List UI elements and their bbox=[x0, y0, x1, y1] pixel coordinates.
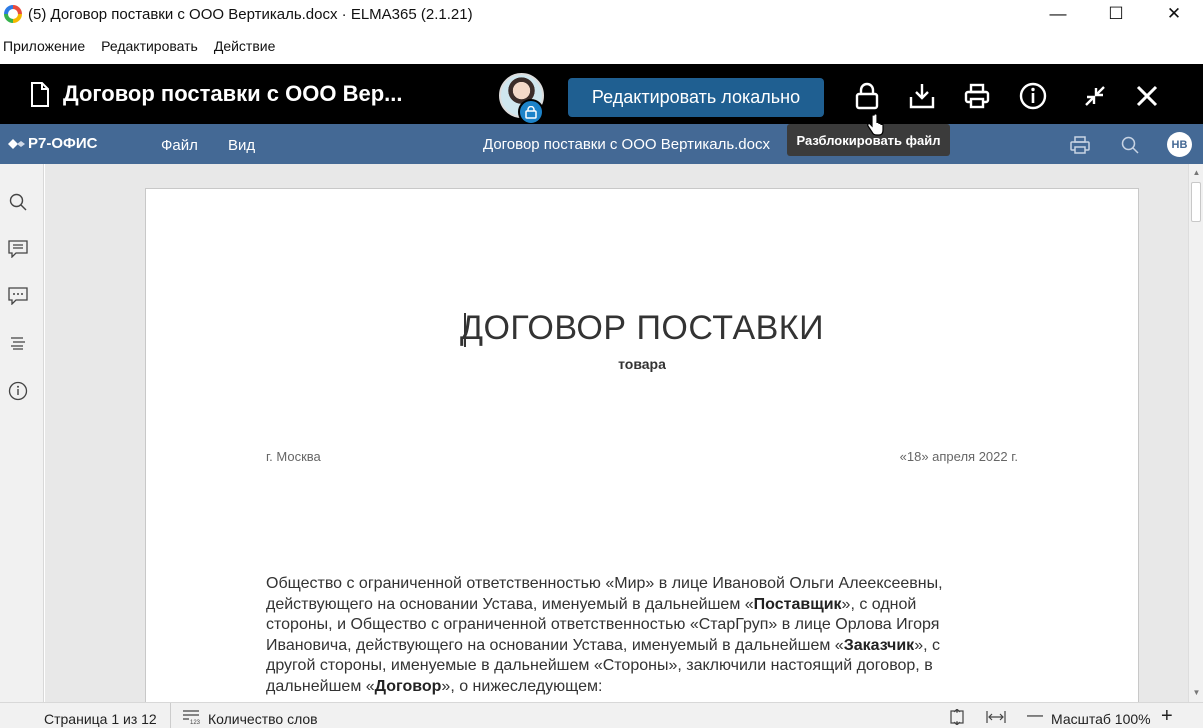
collapse-icon[interactable] bbox=[1080, 81, 1110, 111]
maximize-button[interactable]: ☐ bbox=[1087, 0, 1145, 28]
elma-logo-icon bbox=[4, 5, 22, 23]
status-bar: Страница 1 из 12 123 Количество слов — М… bbox=[0, 702, 1203, 728]
r7-menu-file[interactable]: Файл bbox=[161, 137, 198, 154]
svg-text:123: 123 bbox=[190, 720, 200, 725]
text-caret bbox=[464, 313, 466, 347]
window-titlebar: (5) Договор поставки с ООО Вертикаль.doc… bbox=[0, 0, 1203, 28]
close-icon[interactable] bbox=[1132, 81, 1162, 111]
fit-page-icon[interactable] bbox=[949, 708, 965, 728]
document-icon bbox=[30, 82, 50, 113]
scroll-thumb[interactable] bbox=[1191, 182, 1201, 222]
document-page[interactable]: ДОГОВОР ПОСТАВКИ товара г. Москва «18» а… bbox=[145, 188, 1139, 702]
word-count-icon: 123 bbox=[182, 709, 201, 728]
minimize-button[interactable]: — bbox=[1029, 0, 1087, 28]
r7-search-icon[interactable] bbox=[1119, 134, 1141, 156]
download-icon[interactable] bbox=[907, 81, 937, 111]
document-title: Договор поставки с ООО Вер... bbox=[63, 81, 403, 106]
scroll-down-icon[interactable]: ▼ bbox=[1192, 688, 1201, 697]
window-title: (5) Договор поставки с ООО Вертикаль.doc… bbox=[28, 5, 473, 23]
window-close-button[interactable]: ✕ bbox=[1145, 0, 1203, 28]
print-icon[interactable] bbox=[962, 81, 992, 111]
document-canvas[interactable]: ДОГОВОР ПОСТАВКИ товара г. Москва «18» а… bbox=[45, 164, 1188, 702]
menubar: Приложение Редактировать Действие bbox=[0, 34, 288, 58]
contract-term: Договор bbox=[374, 677, 442, 695]
r7-menu-view[interactable]: Вид bbox=[228, 137, 255, 154]
r7-logo-icon bbox=[8, 138, 25, 149]
lock-badge-icon bbox=[518, 99, 544, 125]
menu-action[interactable]: Действие bbox=[214, 38, 276, 54]
status-divider bbox=[170, 703, 171, 728]
page-indicator[interactable]: Страница 1 из 12 bbox=[44, 711, 157, 727]
r7-toolbar: Р7-ОФИС Файл Вид Договор поставки с ООО … bbox=[0, 124, 1203, 164]
document-subtitle: товара bbox=[618, 356, 666, 372]
navigation-icon[interactable] bbox=[7, 332, 29, 354]
edit-locally-button[interactable]: Редактировать локально bbox=[568, 78, 824, 117]
left-sidebar bbox=[0, 164, 44, 702]
document-city: г. Москва bbox=[266, 449, 321, 464]
lock-icon[interactable] bbox=[852, 81, 882, 111]
r7-print-icon[interactable] bbox=[1069, 134, 1091, 156]
info-icon[interactable] bbox=[1018, 81, 1048, 111]
vertical-scrollbar[interactable]: ▲ ▼ bbox=[1188, 164, 1203, 702]
search-icon[interactable] bbox=[7, 191, 29, 213]
r7-document-name: Договор поставки с ООО Вертикаль.docx bbox=[483, 136, 770, 153]
fit-width-icon[interactable] bbox=[986, 710, 1006, 727]
para-text-4: », о нижеследующем: bbox=[441, 677, 603, 695]
document-paragraph: Общество с ограниченной ответственностью… bbox=[266, 574, 986, 698]
zoom-in-icon[interactable]: + bbox=[1161, 705, 1173, 728]
chat-icon[interactable] bbox=[7, 285, 29, 307]
about-icon[interactable] bbox=[7, 380, 29, 402]
hand-cursor-icon bbox=[866, 113, 884, 142]
comments-icon[interactable] bbox=[7, 238, 29, 260]
menu-edit[interactable]: Редактировать bbox=[101, 38, 198, 54]
user-avatar[interactable]: НВ bbox=[1167, 132, 1192, 157]
r7-logo: Р7-ОФИС bbox=[8, 135, 97, 152]
document-header: Договор поставки с ООО Вер... Редактиров… bbox=[0, 64, 1203, 125]
document-date: «18» апреля 2022 г. bbox=[899, 449, 1018, 464]
document-heading: ДОГОВОР ПОСТАВКИ bbox=[459, 309, 825, 347]
scroll-up-icon[interactable]: ▲ bbox=[1192, 168, 1201, 177]
supplier-term: Поставщик bbox=[753, 595, 842, 613]
customer-term: Заказчик bbox=[843, 636, 915, 654]
word-count[interactable]: Количество слов bbox=[208, 711, 318, 727]
r7-logo-text: Р7-ОФИС bbox=[28, 135, 98, 152]
menu-app[interactable]: Приложение bbox=[3, 38, 85, 54]
zoom-out-icon[interactable]: — bbox=[1027, 707, 1043, 725]
zoom-level[interactable]: Масштаб 100% bbox=[1051, 711, 1151, 727]
